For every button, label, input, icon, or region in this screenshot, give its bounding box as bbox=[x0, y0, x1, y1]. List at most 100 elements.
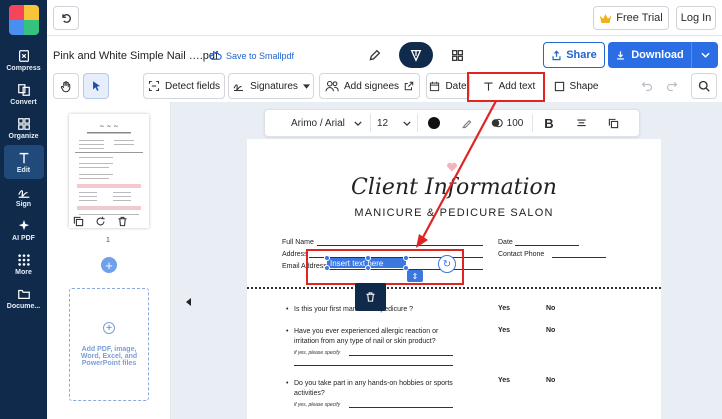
sidebar-item-edit[interactable]: Edit bbox=[3, 145, 44, 179]
edit-mode-button[interactable] bbox=[399, 42, 433, 68]
highlight-color-button[interactable] bbox=[450, 118, 482, 129]
collapse-panel-arrow-icon[interactable] bbox=[186, 298, 191, 306]
share-label: Share bbox=[566, 49, 597, 61]
organize-icon bbox=[17, 117, 30, 130]
font-family-value: Arimo / Arial bbox=[291, 117, 345, 129]
font-size-select[interactable]: 12 bbox=[371, 118, 417, 129]
add-page-button[interactable]: + bbox=[101, 257, 117, 273]
address-label: Address bbox=[282, 251, 308, 258]
download-icon bbox=[617, 50, 625, 60]
redo-action-button[interactable] bbox=[661, 73, 683, 99]
calendar-icon bbox=[430, 81, 440, 91]
download-button[interactable]: Download bbox=[608, 42, 718, 68]
add-files-dropzone[interactable]: + Add PDF, image, Word, Excel, and Power… bbox=[69, 288, 149, 401]
organize-mode-button[interactable] bbox=[445, 44, 469, 66]
smallpdf-logo[interactable] bbox=[8, 5, 39, 35]
cursor-icon bbox=[92, 81, 100, 91]
followup-line bbox=[349, 355, 453, 356]
sidebar-item-label: Sign bbox=[15, 200, 32, 208]
signatures-label: Signatures bbox=[250, 80, 298, 92]
grid-icon bbox=[17, 253, 30, 266]
shape-label: Shape bbox=[569, 80, 599, 92]
detect-fields-icon bbox=[148, 80, 160, 92]
login-button[interactable]: Log In bbox=[676, 6, 716, 30]
duplicate-text-button[interactable] bbox=[597, 118, 629, 129]
sidebar-item-compress[interactable]: Compress bbox=[4, 43, 44, 77]
sidebar-item-sign[interactable]: Sign bbox=[4, 179, 44, 213]
compress-icon bbox=[18, 49, 29, 62]
delete-text-button[interactable] bbox=[355, 283, 386, 311]
signature-icon bbox=[233, 84, 244, 92]
crown-icon bbox=[600, 13, 612, 23]
add-signees-label: Add signees bbox=[343, 80, 400, 92]
yes-label: Yes bbox=[498, 377, 511, 384]
page-thumbnail[interactable]: ~ ~ ~ bbox=[69, 114, 149, 228]
pencil-icon bbox=[369, 49, 380, 60]
chevron-down-icon bbox=[403, 120, 411, 126]
edit-toolbar: Detect fields Signatures Add signees Dat… bbox=[47, 72, 722, 102]
inserted-text-highlight bbox=[306, 249, 464, 285]
thumbnails-panel: ~ ~ ~ 1 + + Add PDF, image, Word, Excel,… bbox=[47, 102, 171, 419]
opacity-control[interactable]: 100 bbox=[482, 117, 532, 129]
sidebar-item-organize[interactable]: Organize bbox=[4, 111, 44, 145]
date-label: Date bbox=[445, 80, 467, 92]
no-label: No bbox=[546, 327, 556, 334]
followup-label: if yes, please specify bbox=[294, 402, 341, 408]
font-size-value: 12 bbox=[377, 117, 389, 129]
section-divider bbox=[247, 287, 661, 289]
shape-button[interactable]: Shape bbox=[550, 73, 602, 99]
title-bar: Pink and White Simple Nail ….pdf Save to… bbox=[47, 36, 722, 72]
save-to-smallpdf-link[interactable]: Save to Smallpdf bbox=[209, 51, 294, 61]
bold-button[interactable]: B bbox=[533, 116, 565, 131]
hand-tool-button[interactable] bbox=[53, 73, 79, 99]
search-button[interactable] bbox=[691, 73, 717, 99]
grid-view-icon bbox=[451, 49, 463, 61]
duplicate-icon[interactable] bbox=[73, 216, 84, 227]
folder-icon bbox=[17, 289, 30, 299]
date-button[interactable]: Date bbox=[426, 73, 470, 99]
followup-line bbox=[294, 365, 453, 366]
undo-action-button[interactable] bbox=[636, 73, 658, 99]
opacity-value: 100 bbox=[506, 117, 524, 129]
share-button[interactable]: Share bbox=[543, 42, 605, 68]
sidebar-item-convert[interactable]: Convert bbox=[4, 77, 44, 111]
square-icon bbox=[554, 81, 564, 91]
add-signees-button[interactable]: Add signees bbox=[319, 73, 420, 99]
hand-icon bbox=[60, 80, 71, 92]
question-2: • Have you ever experienced allergic reac… bbox=[286, 328, 439, 345]
document-title[interactable]: Pink and White Simple Nail ….pdf bbox=[53, 50, 218, 62]
undo-button[interactable] bbox=[53, 6, 79, 30]
thumbnail-actions bbox=[73, 216, 128, 227]
signatures-dropdown[interactable]: Signatures bbox=[228, 73, 314, 99]
yes-label: Yes bbox=[498, 327, 511, 334]
trash-icon[interactable] bbox=[117, 216, 128, 227]
select-tool-button[interactable] bbox=[83, 73, 109, 99]
annotate-mode-button[interactable] bbox=[362, 44, 386, 66]
date-label: Date bbox=[498, 239, 513, 246]
download-label: Download bbox=[631, 49, 684, 61]
document-subtitle: MANICURE & PEDICURE SALON bbox=[354, 207, 554, 219]
chevron-down-icon bbox=[354, 120, 362, 126]
rotate-icon[interactable] bbox=[95, 216, 106, 227]
free-trial-label: Free Trial bbox=[616, 12, 663, 24]
trash-icon bbox=[366, 292, 375, 302]
share-icon bbox=[552, 49, 561, 60]
text-edit-icon bbox=[19, 152, 28, 163]
text-color-button[interactable] bbox=[418, 117, 450, 129]
sidebar-item-documents[interactable]: Docume... bbox=[4, 281, 44, 315]
detect-fields-label: Detect fields bbox=[164, 80, 221, 92]
align-button[interactable] bbox=[565, 118, 597, 129]
font-family-select[interactable]: Arimo / Arial bbox=[265, 118, 370, 129]
detect-fields-button[interactable]: Detect fields bbox=[143, 73, 225, 99]
top-bar: Free Trial Log In bbox=[47, 0, 722, 36]
sidebar-item-label: Edit bbox=[16, 166, 31, 174]
sidebar-item-ai-pdf[interactable]: AI PDF bbox=[4, 213, 44, 247]
people-icon bbox=[325, 80, 339, 92]
free-trial-button[interactable]: Free Trial bbox=[593, 6, 669, 30]
download-options-button[interactable] bbox=[692, 42, 718, 68]
sidebar-item-more[interactable]: More bbox=[4, 247, 44, 281]
download-main[interactable]: Download bbox=[608, 42, 692, 68]
undo-icon bbox=[62, 14, 71, 23]
heart-decoration-icon bbox=[447, 162, 457, 172]
align-center-icon bbox=[576, 119, 586, 126]
